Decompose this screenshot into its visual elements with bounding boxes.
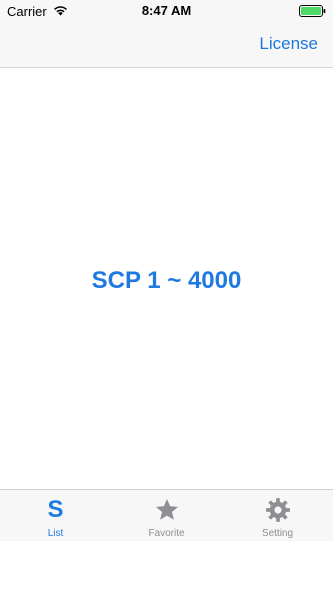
license-button[interactable]: License	[259, 33, 318, 55]
main-content: SCP 1 ~ 4000	[0, 68, 333, 489]
tab-list-label: List	[47, 528, 64, 539]
battery-icon	[299, 4, 326, 18]
status-bar: Carrier 8:47 AM	[0, 0, 333, 21]
tab-favorite[interactable]: Favorite	[111, 490, 222, 542]
tab-favorite-label: Favorite	[148, 528, 185, 539]
s-letter-icon: S	[0, 496, 111, 524]
star-icon	[111, 496, 222, 524]
bottom-area	[0, 541, 333, 592]
tab-list-glyph: S	[47, 496, 64, 523]
tab-setting[interactable]: Setting	[222, 490, 333, 542]
tab-setting-label: Setting	[261, 528, 294, 539]
tab-bar: S List Favorite Setting	[0, 489, 333, 542]
page-title: SCP 1 ~ 4000	[91, 267, 242, 294]
navigation-bar: License	[0, 21, 333, 68]
gear-icon	[222, 496, 333, 524]
tab-list[interactable]: S List	[0, 490, 111, 542]
status-time: 8:47 AM	[141, 3, 192, 18]
